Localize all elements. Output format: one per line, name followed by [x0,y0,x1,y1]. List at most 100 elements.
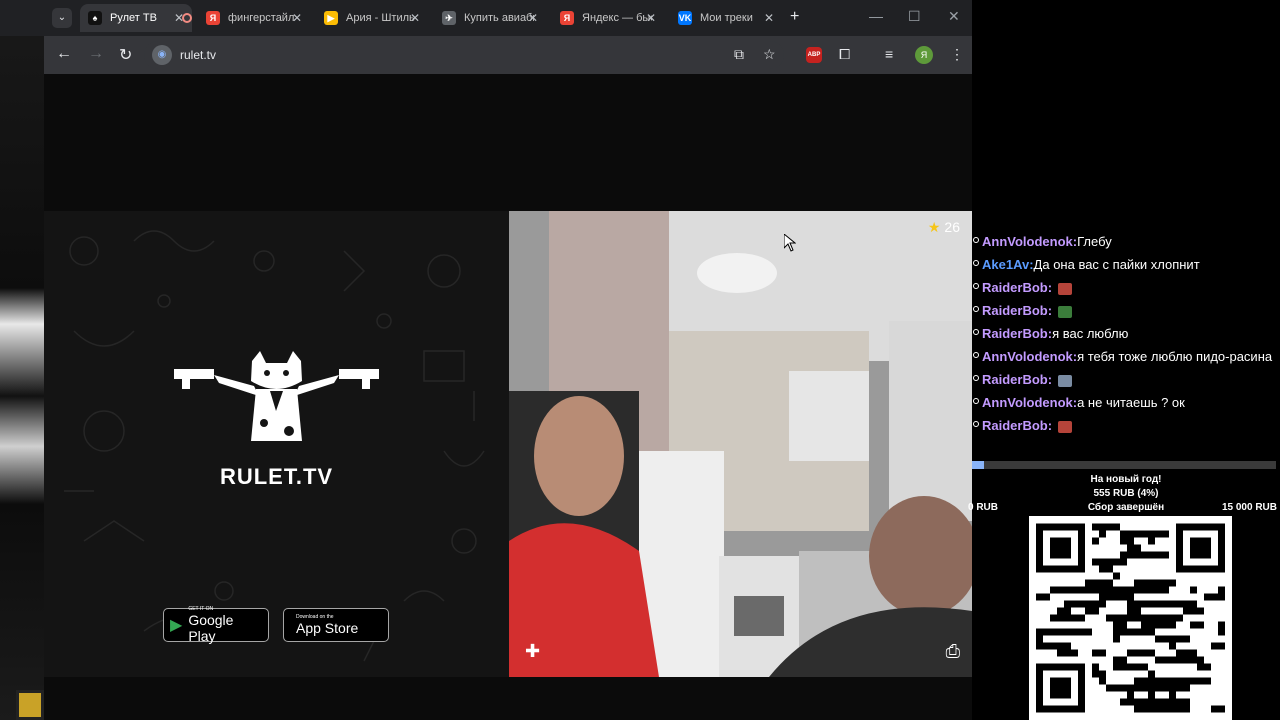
minimize-button[interactable]: — [869,8,883,24]
chat-nick: AnnVolodenok: [982,349,1078,364]
chat-message: Ake1Av:Да она вас с пайки хлопнит [972,257,1280,272]
tab-title: Ария - Штиль [346,12,415,24]
chat-bullet-icon [973,283,979,289]
tab-close-icon[interactable]: ✕ [528,11,538,25]
new-tab-button[interactable]: + [790,8,799,26]
stars-count: 26 [944,219,960,235]
tab-favicon-icon: ▶ [324,11,338,25]
tab-3[interactable]: ✈ Купить авиабилеты✕ [434,4,546,32]
chat-text: а не читаешь ? ок [1077,395,1185,410]
chat-log: AnnVolodenok:Глебу Ake1Av:Да она вас с па… [972,234,1280,441]
chat-nick: RaiderBob: [982,326,1053,341]
app-store-button[interactable]: Download on the App Store [283,608,389,642]
media-controls-icon[interactable]: ≡ [885,46,893,62]
tab-title: Купить авиабилеты [464,12,534,24]
chat-nick: RaiderBob: [982,372,1053,387]
video-frame-image [509,211,972,677]
tab-favicon-icon: ♠ [88,11,102,25]
adblock-extension-icon[interactable]: ABP [806,47,822,63]
tab-0[interactable]: ♠ Рулет ТВ ✕ [80,4,192,32]
address-bar[interactable]: ◉ rulet.tv [144,41,784,69]
tab-title: Яндекс — быстрый [582,12,652,24]
chat-bullet-icon [973,306,979,312]
tab-close-icon[interactable]: ✕ [410,11,420,25]
stars-counter: ★ 26 [928,219,960,236]
browser-toolbar: ← → ↻ ◉ rulet.tv ⧉ ☆ ABP ⧠ ≡ Я ⋮ [44,36,972,74]
desktop-background-strip [0,0,44,720]
chat-message: AnnVolodenok:Глебу [972,234,1280,249]
extensions-puzzle-icon[interactable]: ⧠ [839,46,850,63]
chat-bullet-icon [973,375,979,381]
gift-box-icon[interactable]: ⎙ [946,641,960,662]
tab-strip: ⌄ ♠ Рулет ТВ ✕ Яфингерстайл ✕ ▶ Ария - Штиль ✕ ✈… [0,0,972,36]
close-window-button[interactable]: ✕ [948,8,960,25]
chat-text: Глебу [1077,234,1112,249]
tab-title: Мои треки [700,12,753,24]
chat-message: AnnVolodenok:я тебя тоже люблю пидо-раси… [972,349,1280,364]
reload-button[interactable]: ↻ [119,45,132,65]
puzzle-gift-icon[interactable]: ✚ [525,641,540,662]
webcam-video[interactable]: ★ 26 ✚ ⎙ [509,211,972,677]
tab-close-icon[interactable]: ✕ [174,11,184,25]
google-play-button[interactable]: ▶ GET IT ON Google Play [163,606,269,644]
profile-avatar[interactable]: Я [915,46,933,64]
site-info-icon[interactable]: ◉ [152,45,172,65]
chat-emoji-icon [1058,305,1073,318]
browser-window: ⌄ ♠ Рулет ТВ ✕ Яфингерстайл ✕ ▶ Ария - Штиль ✕ ✈… [0,0,972,720]
chat-nick: AnnVolodenok: [982,395,1078,410]
donation-raised: 555 RUB (4%) [1093,488,1159,499]
donation-progress-fill [972,461,985,469]
chat-text: я вас люблю [1052,326,1129,341]
google-play-label: Google Play [188,612,234,644]
chat-message: RaiderBob: [972,372,1280,387]
chat-message: AnnVolodenok:а не читаешь ? ок [972,395,1280,410]
chat-message: RaiderBob:я вас люблю [972,326,1280,341]
bookmark-star-icon[interactable]: ☆ [763,46,776,63]
back-button[interactable]: ← [56,45,72,63]
donation-progress-bar [972,461,1276,469]
star-icon: ★ [927,219,941,235]
cat-with-guns-logo-icon [174,351,379,441]
rulet-logo: RULET.TV [174,351,379,490]
forward-button[interactable]: → [88,45,104,63]
chat-nick: RaiderBob: [982,280,1053,295]
tab-close-icon[interactable]: ✕ [646,11,656,25]
donation-max: 15 000 RUB [1221,502,1277,513]
donation-goal-title: На новый год! [1090,474,1162,485]
tab-5[interactable]: VK Мои треки ✕ [670,4,782,32]
stream-overlay: AnnVolodenok:Глебу Ake1Av:Да она вас с па… [968,0,1280,720]
tab-title: фингерстайл [228,12,295,24]
chat-bullet-icon [973,260,979,266]
chat-nick: Ake1Av: [982,257,1034,272]
tab-favicon-icon: ✈ [442,11,456,25]
tab-1[interactable]: Яфингерстайл ✕ [198,4,310,32]
tab-2[interactable]: ▶ Ария - Штиль ✕ [316,4,428,32]
page-content: RULET.TV ▶ GET IT ON Google Play Downloa… [44,74,972,720]
tab-search-button[interactable]: ⌄ [52,8,72,28]
chat-text: Да она вас с пайки хлопнит [1033,257,1200,272]
chat-emoji-icon [1058,420,1073,433]
mouse-cursor-icon [784,234,796,252]
tab-4[interactable]: Я Яндекс — быстрый✕ [552,4,664,32]
maximize-button[interactable]: ☐ [908,8,921,25]
tab-favicon-icon: VK [678,11,692,25]
tab-close-icon[interactable]: ✕ [292,11,302,25]
chat-bullet-icon [973,421,979,427]
chat-text: я тебя тоже люблю пидо-расина [1077,349,1273,364]
chat-nick: RaiderBob: [982,303,1053,318]
chat-message: RaiderBob: [972,303,1280,318]
url-text[interactable]: rulet.tv [180,48,216,62]
tab-favicon-icon: Я [560,11,574,25]
chat-bullet-icon [973,329,979,335]
desktop-corner-icon [16,690,44,720]
chat-emoji-icon [1058,374,1073,387]
rulet-promo-panel: RULET.TV ▶ GET IT ON Google Play Downloa… [44,211,509,677]
tab-title: Рулет ТВ [110,12,157,24]
chat-nick: RaiderBob: [982,418,1053,433]
chat-bullet-icon [973,237,979,243]
menu-kebab-icon[interactable]: ⋮ [950,46,964,63]
google-play-icon: ▶ [170,617,183,634]
chat-bullet-icon [973,398,979,404]
tab-close-icon[interactable]: ✕ [764,11,774,25]
install-app-icon[interactable]: ⧉ [734,46,744,63]
